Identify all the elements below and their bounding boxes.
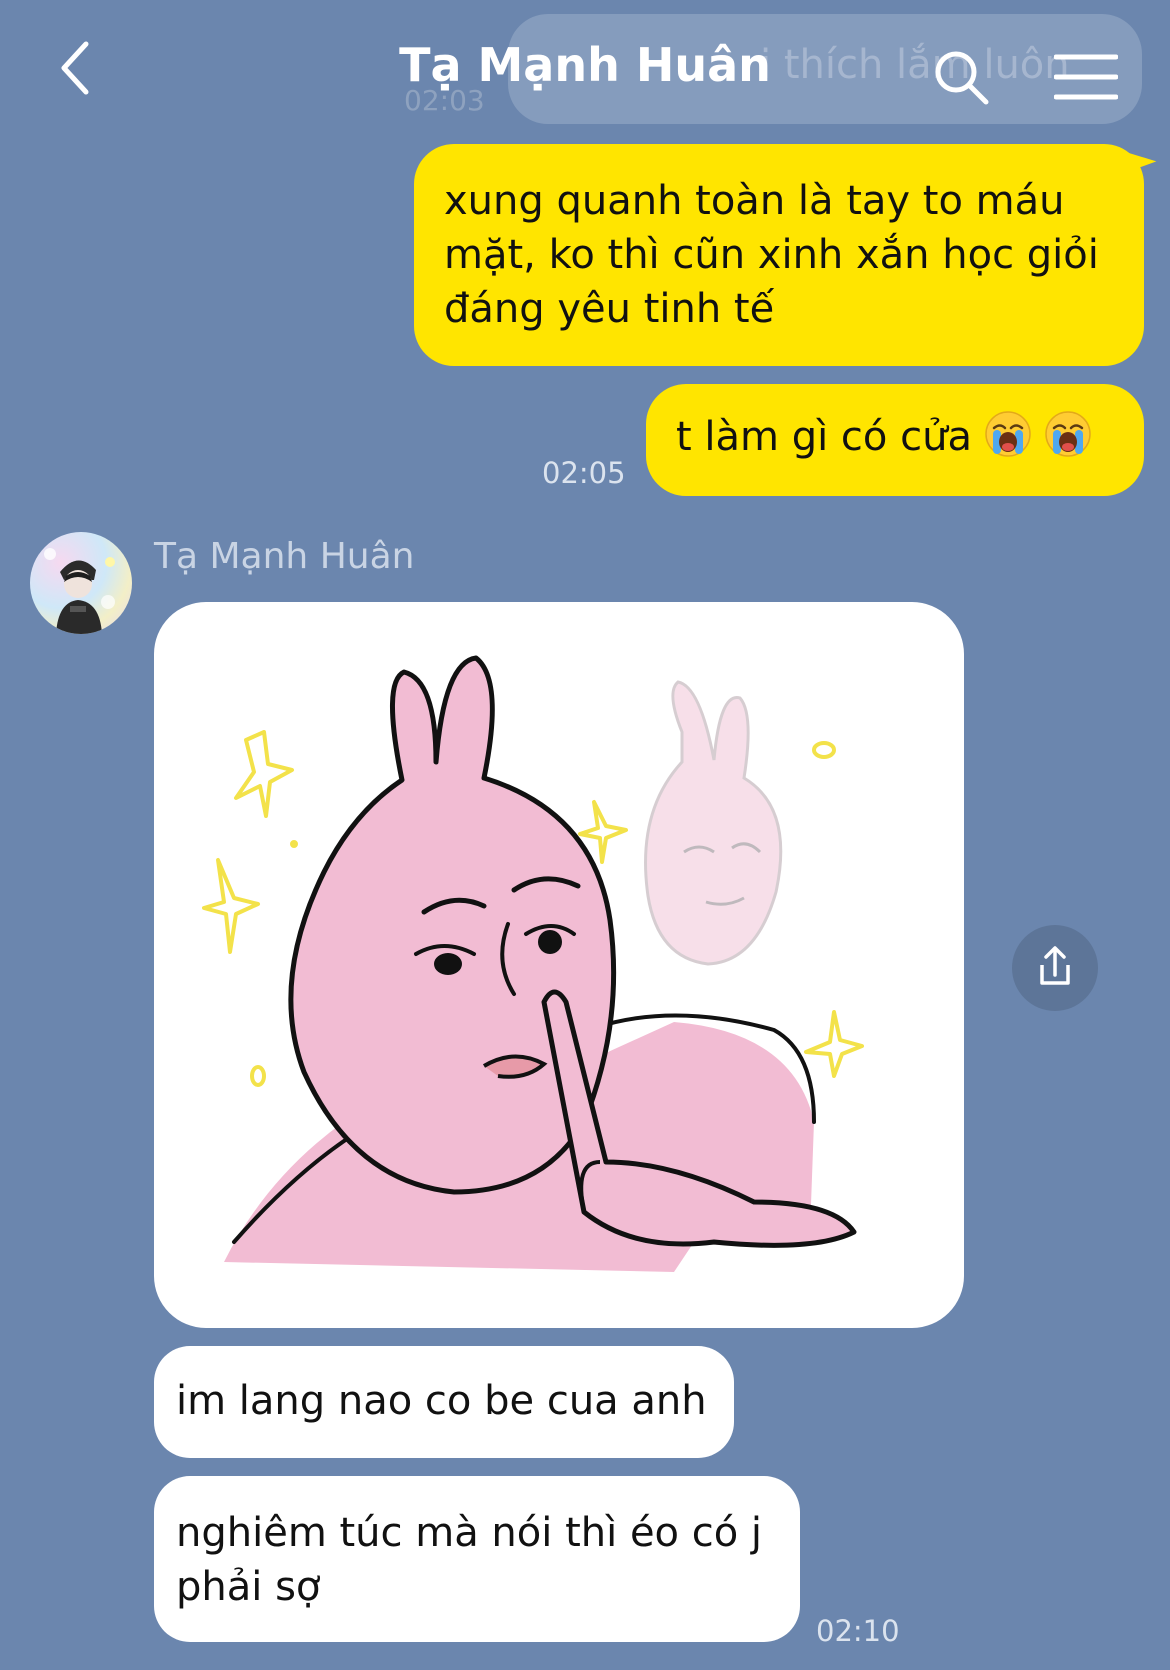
sticker-message[interactable] [154,602,964,1328]
message-timestamp: 02:05 [542,456,626,490]
search-icon [935,51,989,105]
pink-rabbit-sticker [202,655,864,1272]
message-text: im lang nao co be cua anh [176,1378,707,1424]
avatar-image [44,548,115,634]
share-icon [1040,946,1070,985]
message-timestamp: 02:10 [816,1614,900,1648]
loudly-crying-face-icon [985,411,1031,457]
sender-name: Tạ Mạnh Huân [154,536,415,577]
menu-button[interactable] [1053,52,1119,102]
message-text: nghiêm túc mà nói thì éo có j phải sợ [176,1510,763,1610]
incoming-message[interactable]: im lang nao co be cua anh [154,1346,734,1458]
outgoing-message[interactable]: t làm gì có cửa [646,384,1144,496]
loudly-crying-face-icon [1045,411,1091,457]
incoming-message[interactable]: nghiêm túc mà nói thì éo có j phải sợ [154,1476,800,1642]
search-button[interactable] [932,48,992,108]
avatar[interactable] [30,532,132,634]
message-text: xung quanh toàn là tay to máu mặt, ko th… [444,178,1099,332]
outgoing-message[interactable]: xung quanh toàn là tay to máu mặt, ko th… [414,144,1144,366]
hamburger-menu-icon [1053,54,1119,100]
share-button[interactable] [1012,925,1098,1011]
chat-title: Tạ Mạnh Huân [399,38,771,92]
message-text: t làm gì có cửa [676,414,972,460]
